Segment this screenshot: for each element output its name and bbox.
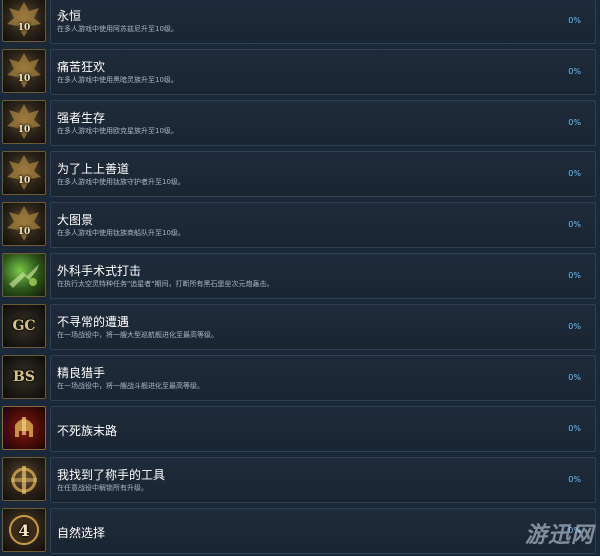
achievement-title: 为了上上善道 [57,162,130,176]
achievement-row[interactable]: 10 大图景 在多人游戏中使用钛族商船队升至10级。 0% [0,202,600,250]
achievement-panel: 我找到了称手的工具 在任意战役中解锁所有升级。 0% [50,457,596,503]
achievement-badge: 10 [17,176,31,186]
bs-monogram-icon: BS [2,355,46,399]
achievement-row[interactable]: 外科手术式打击 在执行太空灵特种任务"追星者"期间，打断所有黑石堡垒次元炮轰击。… [0,253,600,301]
winged-shield-emblem-icon: 10 [2,151,46,195]
achievement-badge: BS [13,369,35,385]
achievement-description: 在多人游戏中使用欧克星族升至10级。 [57,127,178,135]
achievement-panel: 强者生存 在多人游戏中使用欧克星族升至10级。 0% [50,100,596,146]
achievement-row[interactable]: 10 强者生存 在多人游戏中使用欧克星族升至10级。 0% [0,100,600,148]
achievement-row[interactable]: 10 为了上上善道 在多人游戏中使用钛族守护者升至10级。 0% [0,151,600,199]
achievement-row[interactable]: 我找到了称手的工具 在任意战役中解锁所有升级。 0% [0,457,600,505]
achievement-panel: 永恒 在多人游戏中使用阿苏兹尼升至10级。 0% [50,0,596,44]
achievement-badge: 10 [17,23,31,33]
achievement-title: 痛苦狂欢 [57,60,106,74]
achievement-title: 外科手术式打击 [57,264,142,278]
achievement-title: 大图景 [57,213,94,227]
achievement-description: 在多人游戏中使用黑暗灵族升至10级。 [57,76,178,84]
tools-emblem-icon [2,457,46,501]
achievement-title: 我找到了称手的工具 [57,468,166,482]
achievement-unlock-percent: 0% [568,475,581,484]
achievement-unlock-percent: 0% [568,16,581,25]
achievement-unlock-percent: 0% [568,424,581,433]
achievement-title: 精良猎手 [57,366,106,380]
achievement-badge: 10 [17,227,31,237]
winged-shield-emblem-icon: 10 [2,100,46,144]
achievement-unlock-percent: 0% [568,118,581,127]
achievement-unlock-percent: 0% [568,271,581,280]
achievement-panel: 不死族末路 0% [50,406,596,452]
achievement-unlock-percent: 0% [568,169,581,178]
achievement-unlock-percent: 0% [568,220,581,229]
achievement-title: 强者生存 [57,111,106,125]
space-battle-icon [2,253,46,297]
achievement-panel: 不寻常的遭遇 在一场战役中，将一艘大型巡航舰进化至最高等级。 0% [50,304,596,350]
winged-shield-emblem-icon: 10 [2,49,46,93]
achievement-panel: 痛苦狂欢 在多人游戏中使用黑暗灵族升至10级。 0% [50,49,596,95]
achievement-description: 在一场战役中，将一艘战斗舰进化至最高等级。 [57,382,204,390]
achievement-unlock-percent: 0% [568,373,581,382]
achievement-panel: 精良猎手 在一场战役中，将一艘战斗舰进化至最高等级。 0% [50,355,596,401]
achievement-description: 在多人游戏中使用阿苏兹尼升至10级。 [57,25,178,33]
achievement-title: 自然选择 [57,526,106,540]
achievement-title: 永恒 [57,9,82,23]
achievement-row[interactable]: BS 精良猎手 在一场战役中，将一艘战斗舰进化至最高等级。 0% [0,355,600,403]
achievement-row[interactable]: 10 痛苦狂欢 在多人游戏中使用黑暗灵族升至10级。 0% [0,49,600,97]
achievement-description: 在一场战役中，将一艘大型巡航舰进化至最高等级。 [57,331,218,339]
achievement-unlock-percent: 0% [568,67,581,76]
achievement-badge: GC [12,318,36,334]
gc-monogram-icon: GC [2,304,46,348]
achievement-row[interactable]: 4 自然选择 0% [0,508,600,556]
number-four-emblem-icon: 4 [2,508,46,552]
achievement-title: 不寻常的遭遇 [57,315,130,329]
achievement-title: 不死族末路 [57,424,118,438]
achievement-unlock-percent: 0% [568,322,581,331]
achievement-panel: 为了上上善道 在多人游戏中使用钛族守护者升至10级。 0% [50,151,596,197]
achievement-row[interactable]: GC 不寻常的遭遇 在一场战役中，将一艘大型巡航舰进化至最高等级。 0% [0,304,600,352]
winged-shield-emblem-icon: 10 [2,0,46,42]
site-watermark: 游迅网 [524,523,594,548]
achievement-badge: 10 [17,125,31,135]
achievement-row[interactable]: 不死族末路 0% [0,406,600,454]
achievement-panel: 外科手术式打击 在执行太空灵特种任务"追星者"期间，打断所有黑石堡垒次元炮轰击。… [50,253,596,299]
achievement-panel: 大图景 在多人游戏中使用钛族商船队升至10级。 0% [50,202,596,248]
achievement-panel: 自然选择 0% [50,508,596,554]
achievement-description: 在执行太空灵特种任务"追星者"期间，打断所有黑石堡垒次元炮轰击。 [57,280,274,288]
achievement-badge: 4 [18,520,30,540]
winged-shield-emblem-icon: 10 [2,202,46,246]
achievement-badge: 10 [17,74,31,84]
achievement-row[interactable]: 10 永恒 在多人游戏中使用阿苏兹尼升至10级。 0% [0,0,600,46]
achievement-description: 在多人游戏中使用钛族守护者升至10级。 [57,178,185,186]
achievement-description: 在任意战役中解锁所有升级。 [57,484,148,492]
achievement-description: 在多人游戏中使用钛族商船队升至10级。 [57,229,185,237]
helmet-icon [2,406,46,450]
